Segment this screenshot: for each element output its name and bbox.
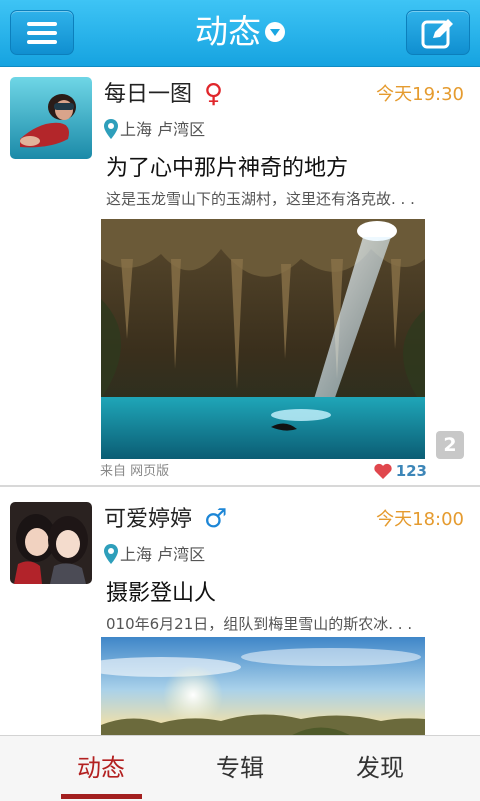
user-name[interactable]: 可爱婷婷 — [104, 506, 192, 534]
heart-icon — [374, 463, 392, 479]
post-time: 今天19:30 — [376, 84, 464, 105]
compose-button[interactable] — [406, 10, 470, 55]
post-time: 今天18:00 — [376, 509, 464, 530]
tab-faxian[interactable]: 发现 — [310, 736, 450, 800]
active-tab-indicator — [61, 794, 142, 799]
post-photo[interactable] — [101, 637, 425, 735]
post-title[interactable]: 为了心中那片神奇的地方 — [106, 155, 348, 183]
chevron-down-icon — [265, 21, 285, 42]
post-excerpt[interactable]: 010年6月21日，组队到梅里雪山的斯农冰. . . — [106, 614, 412, 634]
location: 上海 卢湾区 — [104, 119, 205, 141]
feed-item[interactable]: 每日一图 ♀ 今天19:30 上海 卢湾区 为了心中那片神奇的地方 这是玉龙雪山… — [0, 67, 480, 487]
location-text: 上海 卢湾区 — [120, 545, 206, 564]
male-icon: ♂ — [204, 504, 228, 534]
edit-icon — [421, 18, 453, 48]
tab-dongtai[interactable]: 动态 — [31, 736, 171, 800]
post-title[interactable]: 摄影登山人 — [106, 580, 216, 608]
avatar[interactable] — [10, 502, 92, 584]
bottom-tab-bar: 动态 专辑 发现 — [0, 735, 480, 801]
location: 上海 卢湾区 — [104, 544, 205, 566]
like-count: 123 — [395, 462, 427, 480]
photo-count-badge: 2 — [436, 431, 464, 459]
location-pin-icon — [104, 544, 118, 564]
page-title: 动态 — [195, 12, 261, 51]
user-name[interactable]: 每日一图 — [104, 81, 192, 109]
post-photo[interactable] — [101, 219, 425, 459]
location-pin-icon — [104, 119, 118, 139]
post-source: 来自 网页版 — [100, 464, 170, 479]
avatar[interactable] — [10, 77, 92, 159]
tab-zhuanji[interactable]: 专辑 — [170, 736, 310, 800]
location-text: 上海 卢湾区 — [120, 120, 206, 139]
female-icon: ♀ — [204, 79, 224, 109]
top-bar: 动态 — [0, 0, 480, 67]
post-excerpt[interactable]: 这是玉龙雪山下的玉湖村，这里还有洛克故. . . — [106, 189, 415, 209]
feed-list[interactable]: 每日一图 ♀ 今天19:30 上海 卢湾区 为了心中那片神奇的地方 这是玉龙雪山… — [0, 67, 480, 735]
feed-item[interactable]: 可爱婷婷 ♂ 今天18:00 上海 卢湾区 摄影登山人 010年6月21日，组队… — [0, 492, 480, 735]
like-button[interactable]: 123 — [374, 461, 427, 481]
